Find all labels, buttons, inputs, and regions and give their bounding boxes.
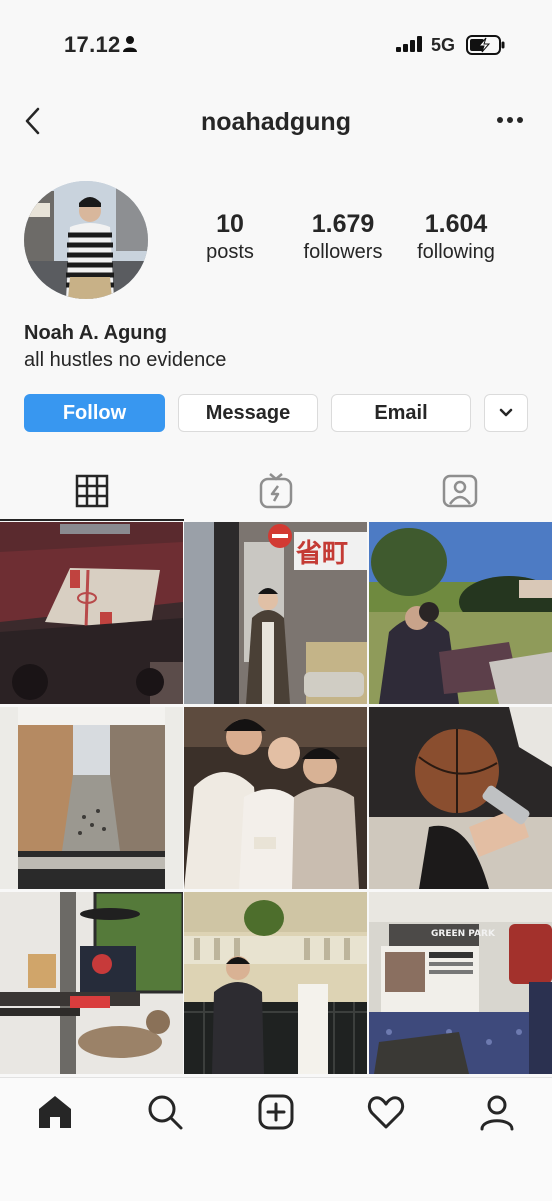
post-9-sign-text: GREEN PARK: [431, 929, 496, 939]
grid-icon: [75, 474, 109, 508]
profile-icon: [480, 1095, 514, 1131]
post-thumbnail[interactable]: [0, 707, 183, 889]
profile-username: noahadgung: [201, 108, 351, 136]
post-thumbnail[interactable]: 省町: [184, 522, 367, 704]
signal-icon: [396, 36, 422, 52]
profile-bio: all hustles no evidence: [24, 349, 227, 371]
person-icon: [123, 36, 137, 52]
activity-heart-icon: [367, 1096, 405, 1129]
chevron-down-icon: [499, 408, 513, 417]
avatar-photo: [24, 181, 148, 299]
status-bar: 17.12 5G: [0, 0, 552, 88]
stat-posts-label: posts: [206, 241, 254, 263]
new-post-icon: [258, 1094, 294, 1130]
post-thumbnail[interactable]: [369, 707, 552, 889]
profile-avatar[interactable]: [24, 181, 148, 299]
post-thumbnail[interactable]: [369, 522, 552, 704]
post-thumbnail[interactable]: GREEN PARK: [369, 892, 552, 1074]
stat-following[interactable]: 1.604 following: [396, 210, 516, 264]
more-options-icon[interactable]: [496, 112, 524, 128]
nav-new-post[interactable]: [256, 1092, 296, 1132]
follow-button[interactable]: Follow: [24, 394, 165, 432]
nav-profile[interactable]: [477, 1092, 517, 1132]
home-icon: [39, 1096, 71, 1128]
nav-activity[interactable]: [366, 1092, 406, 1132]
nav-search[interactable]: [145, 1092, 185, 1132]
stat-following-label: following: [417, 241, 495, 263]
battery-charging-icon: [466, 35, 505, 55]
post-2-sign-text: 省町: [295, 539, 348, 569]
tab-igtv[interactable]: [184, 466, 368, 516]
stat-followers-label: followers: [303, 241, 383, 263]
message-button[interactable]: Message: [178, 394, 318, 432]
network-label: 5G: [431, 35, 456, 55]
nav-home[interactable]: [35, 1092, 75, 1132]
post-thumbnail[interactable]: [0, 522, 183, 704]
email-button[interactable]: Email: [331, 394, 471, 432]
post-thumbnail[interactable]: [184, 892, 367, 1074]
status-time: 17.12: [64, 32, 121, 57]
search-icon: [148, 1095, 183, 1130]
posts-grid: 省町 GREEN PARK: [0, 522, 552, 1077]
igtv-icon: [259, 473, 293, 509]
tab-tagged[interactable]: [368, 466, 552, 516]
stat-followers-value: 1.679: [311, 210, 375, 238]
post-thumbnail[interactable]: [0, 892, 183, 1074]
stat-following-value: 1.604: [424, 210, 488, 238]
post-thumbnail[interactable]: [184, 707, 367, 889]
profile-full-name: Noah A. Agung: [24, 322, 167, 344]
active-tab-indicator: [0, 519, 184, 521]
stat-followers[interactable]: 1.679 followers: [283, 210, 403, 264]
tagged-icon: [442, 474, 478, 508]
stat-posts[interactable]: 10 posts: [170, 210, 290, 264]
stat-posts-value: 10: [216, 210, 244, 238]
tab-posts-grid[interactable]: [0, 466, 184, 516]
suggested-accounts-button[interactable]: [484, 394, 528, 432]
